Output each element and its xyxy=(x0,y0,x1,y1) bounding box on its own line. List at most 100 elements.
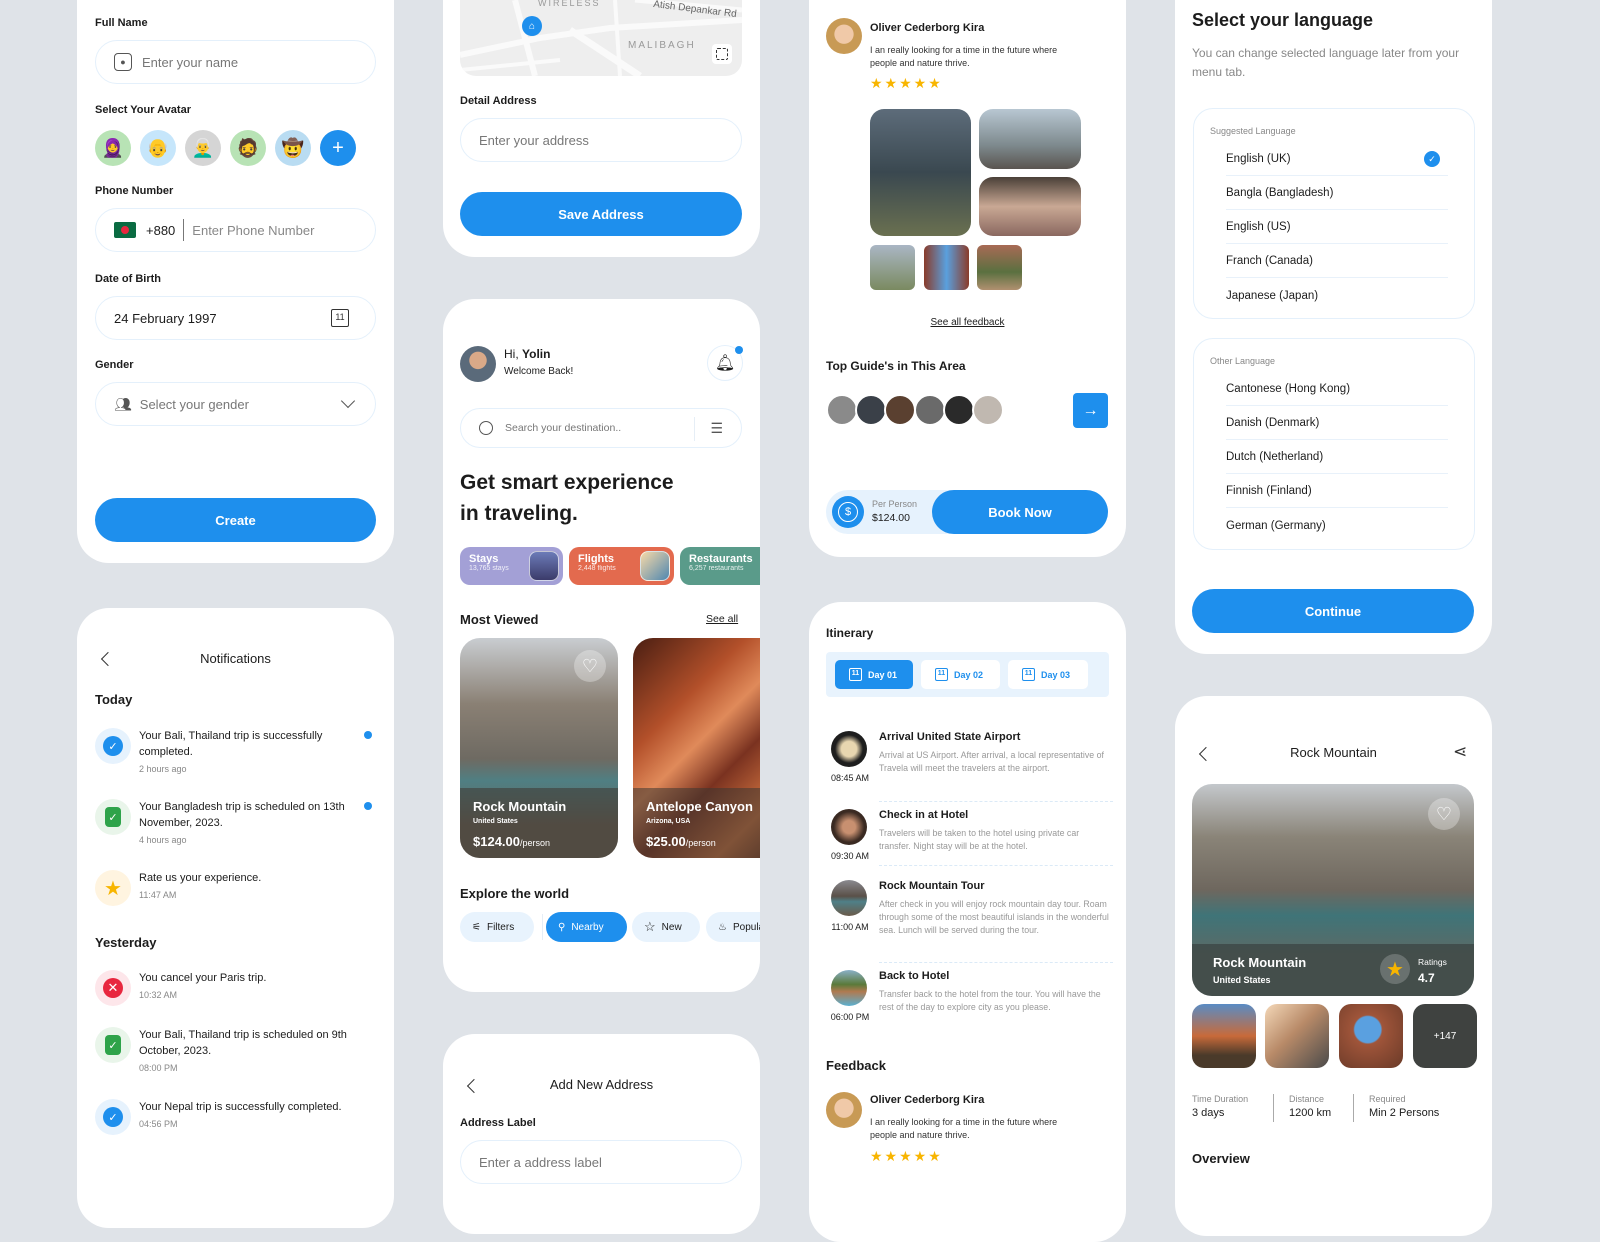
detail-address-input[interactable]: Enter your address xyxy=(460,118,742,162)
language-option[interactable]: Bangla (Bangladesh) xyxy=(1226,177,1448,210)
tab-day-02[interactable]: 11 Day 02 xyxy=(921,660,1000,689)
destination-card[interactable]: ♡ Rock Mountain United States $124.00/pe… xyxy=(460,638,618,858)
language-name: Dutch (Netherland) xyxy=(1226,451,1324,463)
avatar-option[interactable]: 🧕 xyxy=(95,130,131,166)
trip-stats: Time Duration 3 days Distance 1200 km Requ… xyxy=(1192,1094,1482,1124)
filter-chip-popular[interactable]: ♨ Popular xyxy=(706,912,760,942)
category-title: Restaurants xyxy=(689,553,753,565)
share-icon[interactable]: ⋖ xyxy=(1453,742,1467,762)
guides-next-button[interactable]: → xyxy=(1073,393,1108,428)
language-option[interactable]: Japanese (Japan) xyxy=(1226,279,1448,312)
add-avatar-button[interactable]: + xyxy=(320,130,356,166)
guide-avatar[interactable] xyxy=(884,394,916,426)
dob-label: Date of Birth xyxy=(95,273,161,285)
search-input[interactable]: Search your destination.. ☰ xyxy=(460,408,742,448)
continue-button[interactable]: Continue xyxy=(1192,589,1474,633)
language-option[interactable]: German (Germany) xyxy=(1226,509,1448,542)
dob-input[interactable]: 24 February 1997 11 xyxy=(95,296,376,340)
flights-image xyxy=(640,551,670,581)
review-photo[interactable] xyxy=(979,177,1081,236)
home-pin-icon[interactable]: ⌂ xyxy=(522,16,542,36)
calendar-icon[interactable]: 11 xyxy=(331,309,349,327)
gallery-more-thumb[interactable]: +147 xyxy=(1413,1004,1477,1068)
filter-chip-filters[interactable]: ⚟ Filters xyxy=(460,912,534,942)
review-photo[interactable] xyxy=(924,245,969,290)
itinerary-title: Check in at Hotel xyxy=(879,809,969,821)
avatar-option[interactable]: 👨‍🦳 xyxy=(185,130,221,166)
notification-time: 2 hours ago xyxy=(139,764,187,774)
notification-item[interactable]: ★ Rate us your experience. 11:47 AM xyxy=(95,870,375,910)
filter-chip-new[interactable]: ☆ New xyxy=(632,912,700,942)
category-stays[interactable]: Stays 13,765 stays xyxy=(460,547,563,585)
gender-select[interactable]: 👥︎ Select your gender xyxy=(95,382,376,426)
favorite-heart-button[interactable]: ♡ xyxy=(574,650,606,682)
user-avatar[interactable] xyxy=(460,346,496,382)
notification-item[interactable]: ✓ Your Bangladesh trip is scheduled on 1… xyxy=(95,799,375,849)
calendar-icon: 11 xyxy=(935,668,948,681)
guide-avatar[interactable] xyxy=(943,394,975,426)
avatar-option[interactable]: 🧔 xyxy=(230,130,266,166)
create-button[interactable]: Create xyxy=(95,498,376,542)
language-option[interactable]: English (UK) ✓ xyxy=(1226,143,1448,176)
review-photo[interactable] xyxy=(870,245,915,290)
detail-hero-image[interactable]: ♡ Rock Mountain United States ★ Ratings … xyxy=(1192,784,1474,996)
review-photo[interactable] xyxy=(979,109,1081,169)
language-title: Select your language xyxy=(1192,10,1374,30)
language-name: Danish (Denmark) xyxy=(1226,417,1320,429)
see-all-link[interactable]: See all xyxy=(706,613,738,625)
itinerary-title: Rock Mountain Tour xyxy=(879,880,985,892)
favorite-heart-button[interactable]: ♡ xyxy=(1428,798,1460,830)
review-photo[interactable] xyxy=(977,245,1022,290)
language-option[interactable]: Cantonese (Hong Kong) xyxy=(1226,373,1448,406)
filter-chip-nearby[interactable]: ⚲ Nearby xyxy=(546,912,627,942)
user-card-icon: ● xyxy=(114,53,132,71)
guide-avatar[interactable] xyxy=(855,394,887,426)
phone-input[interactable]: +880 Enter Phone Number xyxy=(95,208,376,252)
guide-avatar[interactable] xyxy=(972,394,1004,426)
avatar-picker: 🧕 👴 👨‍🦳 🧔 🤠 + xyxy=(95,130,365,166)
guide-avatar[interactable] xyxy=(914,394,946,426)
notification-bell-button[interactable]: 🔔︎ xyxy=(707,345,743,381)
itinerary-time: 09:30 AM xyxy=(830,851,870,861)
notification-item[interactable]: ✓ Your Bali, Thailand trip is successful… xyxy=(95,728,375,778)
guide-avatar[interactable] xyxy=(826,394,858,426)
gallery-thumb[interactable] xyxy=(1192,1004,1256,1068)
dollar-icon: $ xyxy=(832,496,864,528)
save-address-button[interactable]: Save Address xyxy=(460,192,742,236)
tab-day-01[interactable]: 11 Day 01 xyxy=(835,660,913,689)
destination-card[interactable]: Antelope Canyon Arizona, USA $25.00/pers… xyxy=(633,638,760,858)
notification-time: 08:00 PM xyxy=(139,1063,178,1073)
category-count: 6,257 restaurants xyxy=(689,565,744,572)
address-label-input[interactable]: Enter a address label xyxy=(460,1140,742,1184)
language-option[interactable]: Finnish (Finland) xyxy=(1226,475,1448,508)
divider xyxy=(879,801,1113,802)
category-restaurants[interactable]: Restaurants 6,257 restaurants xyxy=(680,547,760,585)
detail-address-placeholder: Enter your address xyxy=(479,132,589,148)
itinerary-image xyxy=(831,809,867,845)
map-label-area: WIRELESS xyxy=(538,0,601,8)
book-now-button[interactable]: Book Now xyxy=(932,490,1108,534)
notification-item[interactable]: ✕ You cancel your Paris trip. 10:32 AM xyxy=(95,970,375,1010)
filter-sliders-icon[interactable]: ☰ xyxy=(710,420,723,437)
category-flights[interactable]: Flights 2,448 flights xyxy=(569,547,674,585)
full-name-input[interactable]: ● Enter your name xyxy=(95,40,376,84)
tab-day-03[interactable]: 11 Day 03 xyxy=(1008,660,1088,689)
see-all-feedback-link[interactable]: See all feedback xyxy=(809,317,1126,328)
gallery-thumb[interactable] xyxy=(1339,1004,1403,1068)
destination-price: $124.00/person xyxy=(473,834,550,849)
yesterday-heading: Yesterday xyxy=(95,935,157,950)
fullscreen-icon[interactable] xyxy=(712,44,732,64)
avatar-option[interactable]: 👴 xyxy=(140,130,176,166)
language-option[interactable]: Danish (Denmark) xyxy=(1226,407,1448,440)
language-option[interactable]: English (US) xyxy=(1226,211,1448,244)
language-option[interactable]: Dutch (Netherland) xyxy=(1226,441,1448,474)
language-option[interactable]: Franch (Canada) xyxy=(1226,245,1448,278)
gallery-thumb[interactable] xyxy=(1265,1004,1329,1068)
map-view[interactable]: WIRELESS Atish Depankar Rd MALIBAGH ⌂ xyxy=(460,0,742,76)
country-code[interactable]: +880 xyxy=(146,223,175,238)
notification-item[interactable]: ✓ Your Nepal trip is successfully comple… xyxy=(95,1099,375,1139)
avatar-option[interactable]: 🤠 xyxy=(275,130,311,166)
review-photo[interactable] xyxy=(870,109,971,236)
destination-row: ♡ Rock Mountain United States $124.00/pe… xyxy=(460,638,760,858)
notification-item[interactable]: ✓ Your Bali, Thailand trip is scheduled … xyxy=(95,1027,375,1077)
